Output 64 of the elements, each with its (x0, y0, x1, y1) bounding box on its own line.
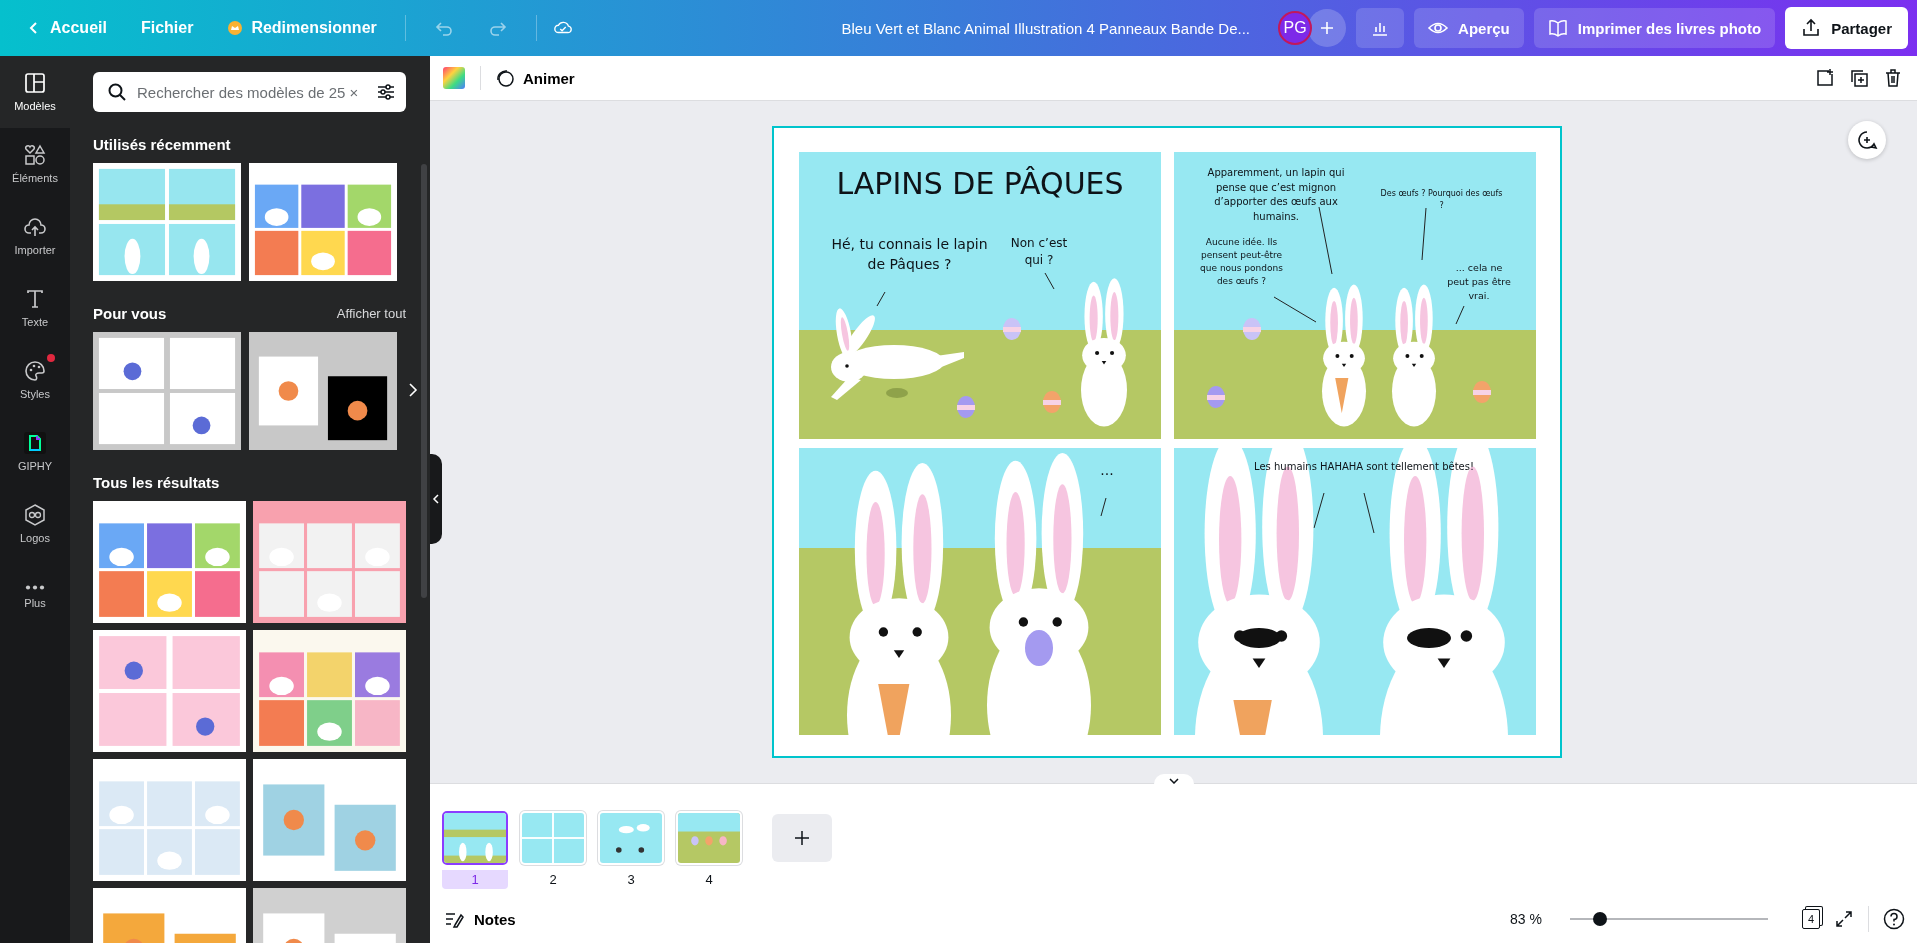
speech-text[interactable]: Aucune idée. Ils pensent peut-être que nous pondons des œufs ? (1194, 236, 1289, 289)
palette-icon (24, 360, 46, 382)
add-collaborator-button[interactable] (1308, 9, 1347, 47)
help-icon[interactable] (1883, 908, 1905, 930)
page-number[interactable]: 4 (676, 870, 742, 889)
scrollbar[interactable] (421, 164, 427, 598)
trash-icon[interactable] (1883, 68, 1903, 88)
collapse-panel-handle[interactable] (430, 454, 442, 544)
logo-hexagon-icon (24, 504, 46, 526)
add-comment-button[interactable] (1848, 121, 1886, 159)
animate-icon (495, 68, 515, 88)
add-page-icon[interactable] (1815, 68, 1835, 88)
speech-text[interactable]: Apparemment, un lapin qui pense que c’est mignon d’apporter des œufs aux humains. (1196, 166, 1356, 224)
comic-panel-drawing[interactable] (799, 152, 1161, 439)
section-title: Utilisés récemment (93, 136, 231, 153)
text-icon (24, 288, 46, 310)
analytics-button[interactable] (1356, 8, 1405, 48)
search-field[interactable]: Rechercher des modèles de 25 × (93, 72, 406, 112)
cloud-upload-icon (24, 216, 46, 238)
rail-tab[interactable]: Modèles (0, 56, 70, 128)
chevron-right-icon (408, 382, 418, 398)
hide-pages-button[interactable] (1153, 774, 1194, 784)
giphy-icon (24, 432, 46, 454)
duplicate-icon[interactable] (1849, 68, 1869, 88)
book-icon (1547, 18, 1568, 38)
layout-icon (24, 72, 46, 94)
chevron-left-icon (432, 493, 440, 505)
page-number[interactable]: 2 (520, 870, 586, 889)
upload-icon (1801, 18, 1822, 38)
plus-icon (1319, 20, 1336, 36)
shapes-icon (24, 144, 46, 166)
search-icon (107, 82, 127, 102)
notes-button[interactable]: Notes (444, 905, 516, 933)
slider-thumb[interactable] (1592, 912, 1607, 926)
plus-icon (794, 830, 810, 846)
section-title: Tous les résultats (93, 474, 220, 491)
speech-text[interactable]: Hé, tu connais le lapin de Pâques ? (827, 234, 992, 275)
comic-title[interactable]: LAPINS DE PÂQUES (829, 166, 1131, 201)
comment-plus-icon (1856, 129, 1878, 151)
next-arrow-button[interactable] (408, 382, 418, 398)
fullscreen-icon[interactable] (1834, 909, 1854, 929)
page-number[interactable]: 3 (598, 870, 664, 889)
share-button[interactable]: Partager (1785, 7, 1908, 49)
preview-button[interactable]: Aperçu (1414, 8, 1524, 48)
speech-text[interactable]: Des œufs ? Pourquoi des œufs ? (1379, 188, 1504, 212)
print-books-button[interactable]: Imprimer des livres photo (1533, 8, 1776, 48)
speech-text[interactable]: Les humains HAHAHA sont tellement bêtes! (1254, 460, 1474, 475)
color-picker-icon[interactable] (442, 66, 466, 90)
comic-panel-drawing[interactable] (1174, 448, 1536, 735)
speech-text[interactable]: ... (1092, 460, 1122, 481)
filter-icon[interactable] (376, 82, 396, 102)
page-number[interactable]: 1 (442, 870, 508, 889)
section-title: Pour vous (93, 305, 167, 322)
crown-icon (227, 20, 244, 36)
speech-text[interactable]: ... cela ne peut pas être vrai. (1444, 261, 1514, 303)
document-title[interactable]: Bleu Vert et Blanc Animal Illustration 4 Panneaux Bande De... (841, 19, 1251, 37)
animate-button[interactable]: Animer (489, 64, 581, 92)
user-avatar[interactable]: PG (1278, 11, 1313, 45)
speech-text[interactable]: Non c’est qui ? (1004, 235, 1074, 270)
see-all-link[interactable]: Afficher tout (336, 306, 406, 321)
chevron-down-icon (1168, 778, 1179, 784)
more-icon (24, 583, 46, 591)
zoom-percentage[interactable]: 83 % (1510, 911, 1542, 927)
page-count-button[interactable]: 4 (1802, 909, 1820, 929)
